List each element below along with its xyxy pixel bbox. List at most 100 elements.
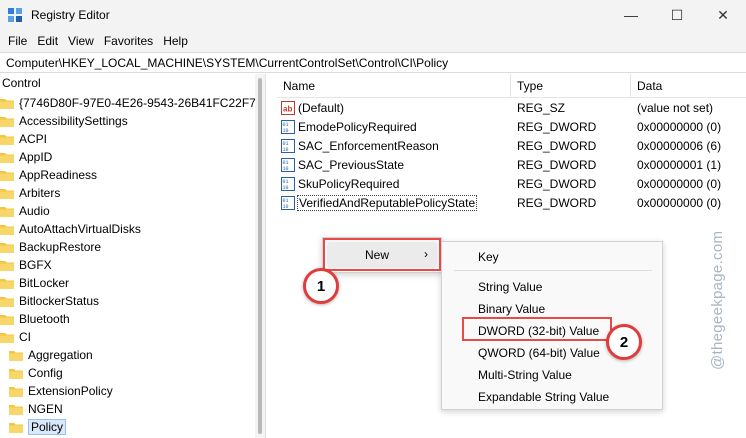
value-row[interactable]: 01 10 SkuPolicyRequired REG_DWORD 0x00000000… [277, 175, 746, 194]
value-row[interactable]: 01 10 EmodePolicyRequired REG_DWORD 0x000000… [277, 118, 746, 137]
tree-item[interactable]: Arbiters [0, 184, 60, 202]
value-type: REG_DWORD [517, 120, 597, 134]
tree-item[interactable]: ACPI [0, 130, 47, 148]
tree-item[interactable]: AppReadiness [0, 166, 97, 184]
close-button[interactable]: ✕ [700, 0, 746, 30]
address-path: Computer\HKEY_LOCAL_MACHINE\SYSTEM\Curre… [6, 55, 449, 70]
tree-item-label: Audio [19, 204, 50, 218]
folder-icon [0, 278, 14, 289]
tree-item-label: Config [28, 366, 63, 380]
tree-scrollbar[interactable] [255, 74, 265, 438]
tree-item[interactable]: Policy [9, 418, 67, 436]
minimize-icon: — [624, 7, 638, 23]
submenu-expandable-string-value[interactable]: Expandable String Value [478, 390, 609, 404]
tree-item[interactable]: Aggregation [9, 346, 93, 364]
column-divider[interactable] [510, 74, 511, 98]
registry-editor-app-icon [8, 8, 22, 22]
folder-icon [0, 314, 14, 325]
value-row[interactable]: 01 10 VerifiedAndReputablePolicyState REG_D… [277, 194, 746, 213]
submenu-divider [454, 270, 652, 271]
submenu-multi-string-value[interactable]: Multi-String Value [478, 368, 572, 382]
folder-icon [0, 242, 14, 253]
value-data: 0x00000000 (0) [637, 196, 722, 210]
tree-item-label: BGFX [19, 258, 52, 272]
window-title: Registry Editor [31, 8, 110, 22]
tree-item-label: AppReadiness [19, 168, 98, 182]
tree-item[interactable]: BGFX [0, 256, 52, 274]
column-header-type[interactable]: Type [517, 79, 543, 93]
tree-item-label: NGEN [28, 402, 63, 416]
address-bar[interactable]: Computer\HKEY_LOCAL_MACHINE\SYSTEM\Curre… [0, 52, 746, 73]
value-data: 0x00000006 (6) [637, 139, 722, 153]
registry-tree[interactable]: Control {7746D80F-97E0-4E26-9543-26B41FC… [0, 74, 255, 438]
dword-highlight-box [462, 317, 612, 341]
value-data: (value not set) [637, 101, 714, 115]
focused-value-name: VerifiedAndReputablePolicyState [296, 195, 478, 211]
value-data: 0x00000000 (0) [637, 177, 722, 191]
tree-item-label: ACPI [19, 132, 48, 146]
value-type: REG_SZ [517, 101, 566, 115]
menu-bar: File Edit View Favorites Help [0, 30, 746, 52]
tree-item-label: BitLocker [19, 276, 70, 290]
menu-favorites[interactable]: Favorites [99, 34, 158, 48]
value-row[interactable]: 01 10 SAC_EnforcementReason REG_DWORD 0x0000… [277, 137, 746, 156]
folder-icon [9, 368, 23, 379]
submenu-qword-value[interactable]: QWORD (64-bit) Value [478, 346, 600, 360]
tree-item[interactable]: Audio [0, 202, 50, 220]
tree-item[interactable]: {7746D80F-97E0-4E26-9543-26B41FC22F79} [0, 94, 255, 112]
folder-icon [0, 134, 14, 145]
maximize-button[interactable]: ☐ [654, 0, 700, 30]
submenu-key[interactable]: Key [478, 250, 499, 264]
tree-item-label: BitlockerStatus [19, 294, 100, 308]
tree-item-label: Policy [28, 419, 67, 435]
folder-icon [0, 170, 14, 181]
tree-item[interactable]: CI [0, 328, 31, 346]
tree-item[interactable]: AutoAttachVirtualDisks [0, 220, 141, 238]
submenu-string-value[interactable]: String Value [478, 280, 542, 294]
folder-icon [9, 422, 23, 433]
tree-item[interactable]: NGEN [9, 400, 63, 418]
tree-item-label: Aggregation [28, 348, 93, 362]
submenu-binary-value[interactable]: Binary Value [478, 302, 545, 316]
value-row[interactable]: ab (Default) REG_SZ (value not set) [277, 99, 746, 118]
tree-item[interactable]: BitlockerStatus [0, 292, 99, 310]
tree-item[interactable]: Config [9, 364, 63, 382]
column-divider[interactable] [630, 74, 631, 98]
tree-item[interactable]: AppID [0, 148, 52, 166]
tree-item[interactable]: BackupRestore [0, 238, 101, 256]
folder-icon [0, 98, 14, 109]
tree-scrollbar-thumb[interactable] [258, 78, 262, 434]
menu-view[interactable]: View [63, 34, 99, 48]
value-type: REG_DWORD [517, 139, 597, 153]
folder-icon [0, 152, 14, 163]
menu-file[interactable]: File [3, 34, 32, 48]
svg-text:ab: ab [283, 105, 292, 114]
pane-splitter[interactable] [265, 74, 277, 438]
value-row[interactable]: 01 10 SAC_PreviousState REG_DWORD 0x00000001… [277, 156, 746, 175]
tree-item-label: Arbiters [19, 186, 61, 200]
column-header-data[interactable]: Data [637, 79, 662, 93]
maximize-icon: ☐ [670, 6, 684, 23]
binary-value-icon: 01 10 [281, 139, 295, 153]
minimize-button[interactable]: — [608, 0, 654, 30]
value-type: REG_DWORD [517, 158, 597, 172]
new-highlight-box [323, 238, 441, 271]
tree-item[interactable]: ExtensionPolicy [9, 382, 113, 400]
menu-edit[interactable]: Edit [32, 34, 63, 48]
column-header-name[interactable]: Name [283, 79, 315, 93]
binary-value-icon: 01 10 [281, 158, 295, 172]
tree-item[interactable]: Bluetooth [0, 310, 70, 328]
tree-item-control[interactable]: Control [2, 76, 41, 90]
folder-icon [0, 260, 14, 271]
tree-item[interactable]: BitLocker [0, 274, 69, 292]
svg-text:10: 10 [283, 185, 289, 191]
value-name: SAC_EnforcementReason [298, 139, 439, 153]
tree-item-label: AccessibilitySettings [19, 114, 128, 128]
folder-icon [0, 332, 14, 343]
tree-item[interactable]: AccessibilitySettings [0, 112, 128, 130]
value-type: REG_DWORD [517, 177, 597, 191]
svg-text:10: 10 [283, 147, 289, 153]
menu-help[interactable]: Help [158, 34, 193, 48]
tree-item-label: Bluetooth [19, 312, 70, 326]
binary-value-icon: 01 10 [281, 196, 295, 210]
